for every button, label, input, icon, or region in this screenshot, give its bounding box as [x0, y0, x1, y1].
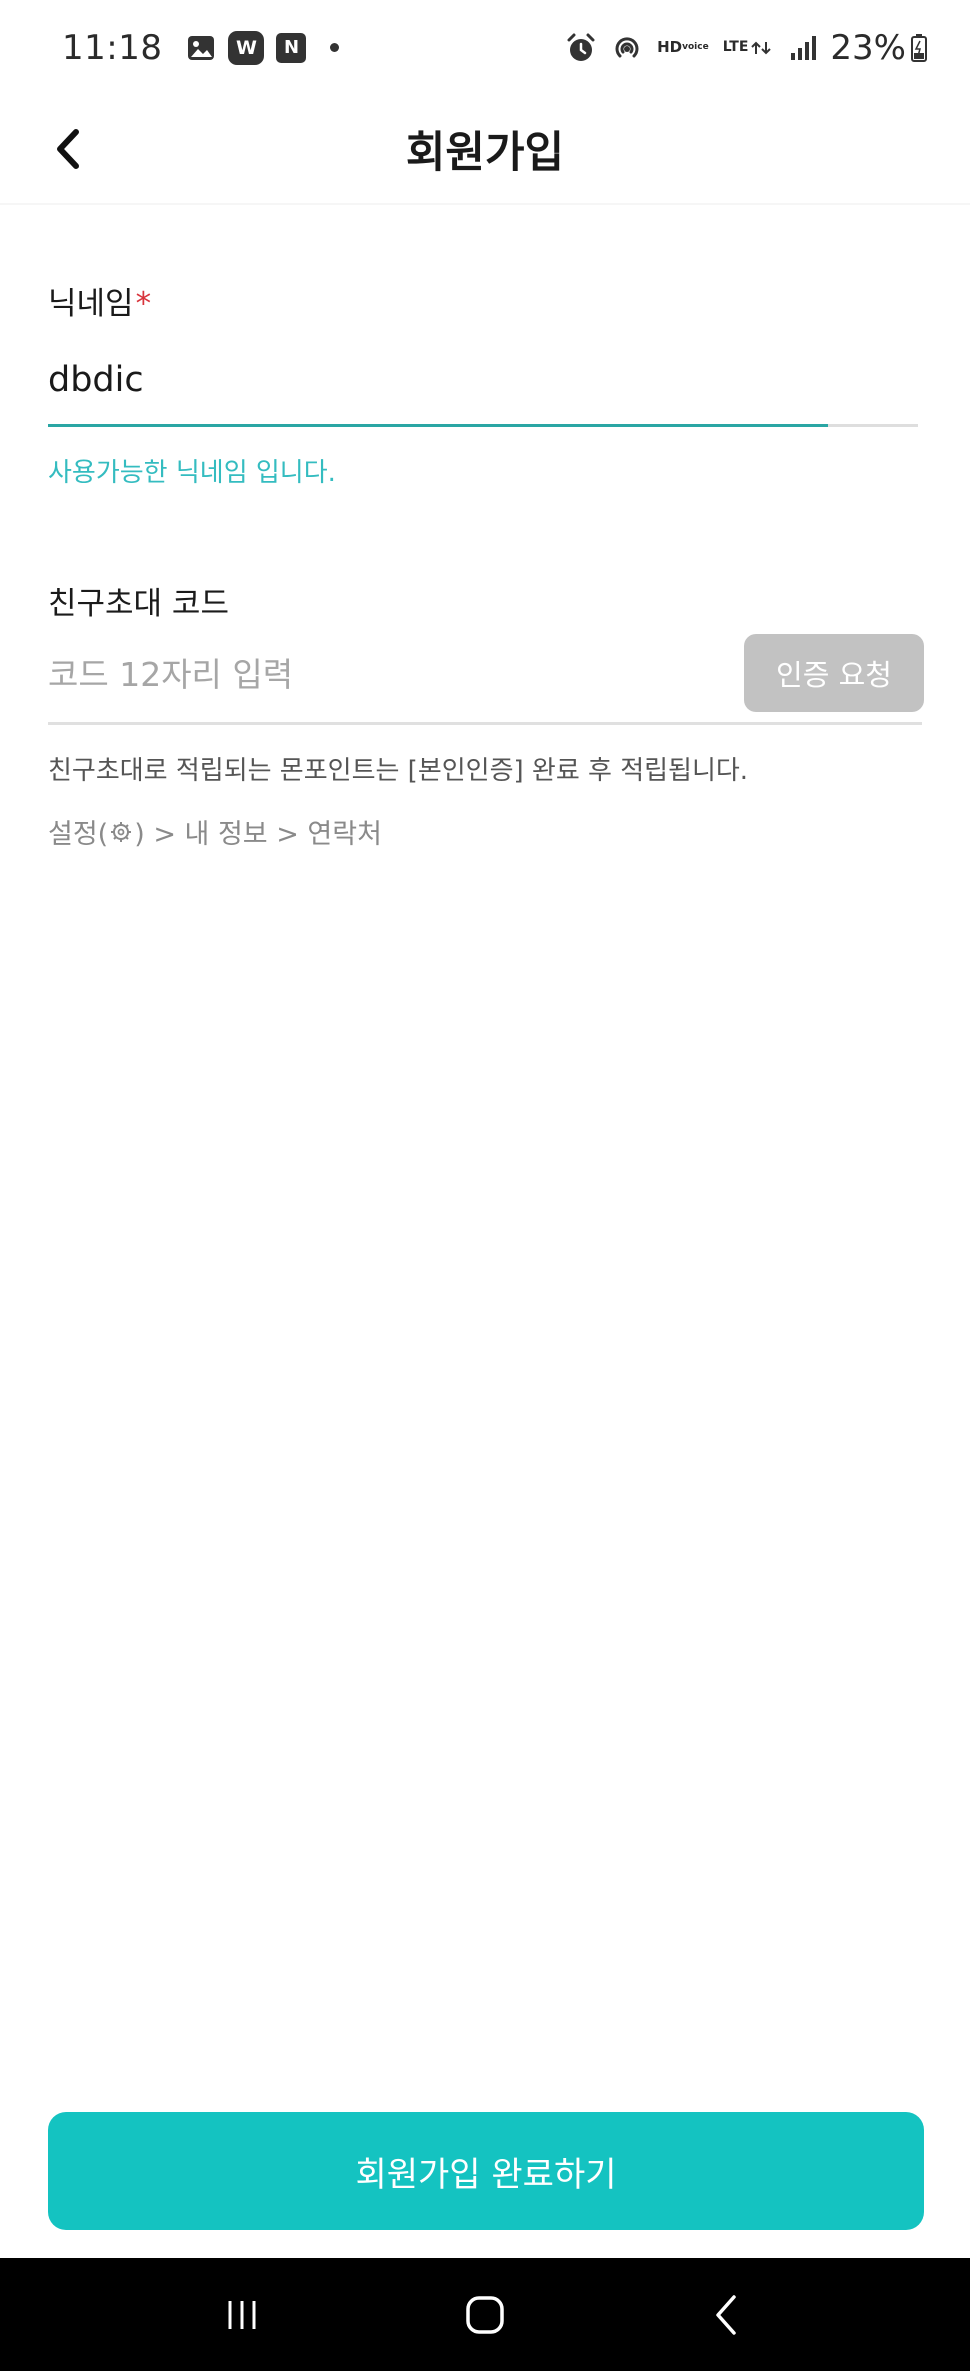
recent-apps-button[interactable] — [197, 2270, 287, 2360]
nickname-underline — [48, 424, 918, 427]
w-app-icon: W — [228, 30, 265, 65]
verify-request-button[interactable]: 인증 요청 — [744, 634, 924, 712]
status-time: 11:18 — [62, 27, 163, 68]
invite-code-underline — [48, 722, 922, 725]
nickname-underline-active — [48, 424, 828, 427]
signup-complete-button[interactable]: 회원가입 완료하기 — [48, 2112, 924, 2230]
battery-percent: 23% — [830, 27, 906, 68]
nickname-label-text: 닉네임 — [48, 286, 134, 322]
signal-icon — [788, 33, 818, 63]
required-mark: * — [135, 286, 152, 322]
nickname-label: 닉네임* — [48, 278, 151, 323]
app-header: 회원가입 — [0, 95, 970, 205]
path-suffix: ) > 내 정보 > 연락처 — [134, 819, 382, 850]
invite-code-label: 친구초대 코드 — [48, 586, 229, 622]
alarm-icon — [565, 32, 597, 64]
hd-voice-icon: HD voice — [657, 38, 709, 56]
lte-icon: LTE — [722, 39, 775, 55]
system-navigation-bar — [0, 2258, 970, 2371]
settings-path-text: 설정( ) > 내 정보 > 연락처 — [48, 812, 382, 851]
lte-label: LTE — [722, 39, 749, 55]
gear-icon — [109, 820, 133, 844]
home-icon — [466, 2295, 504, 2334]
hotspot-icon — [611, 32, 643, 64]
status-bar: 11:18 W N HD voice LTE 23% — [0, 0, 970, 95]
back-button[interactable] — [36, 117, 100, 181]
chevron-left-icon — [57, 129, 79, 169]
invite-code-input[interactable] — [48, 636, 728, 712]
n-app-icon: N — [276, 32, 307, 63]
voice-label: voice — [682, 42, 709, 52]
status-right: HD voice LTE 23% — [551, 28, 928, 68]
battery-icon — [910, 33, 928, 63]
nickname-input[interactable] — [48, 344, 868, 416]
gallery-icon — [186, 33, 216, 63]
invite-info-text: 친구초대로 적립되는 몬포인트는 [본인인증] 완료 후 적립됩니다. — [48, 756, 749, 786]
path-prefix: 설정( — [48, 819, 109, 850]
page-title: 회원가입 — [405, 128, 565, 178]
home-button[interactable] — [440, 2270, 530, 2360]
signup-screen: 11:18 W N HD voice LTE 23% 회원가입 닉네임* dbd… — [0, 0, 970, 2371]
status-left: 11:18 W N — [62, 27, 340, 68]
recent-apps-icon — [228, 2300, 256, 2329]
nickname-status-message: 사용가능한 닉네임 입니다. — [48, 458, 336, 488]
system-back-button[interactable] — [683, 2270, 773, 2360]
hd-label: HD — [657, 38, 683, 56]
back-arrow-icon — [716, 2294, 737, 2335]
more-notifications-dot — [330, 43, 340, 52]
